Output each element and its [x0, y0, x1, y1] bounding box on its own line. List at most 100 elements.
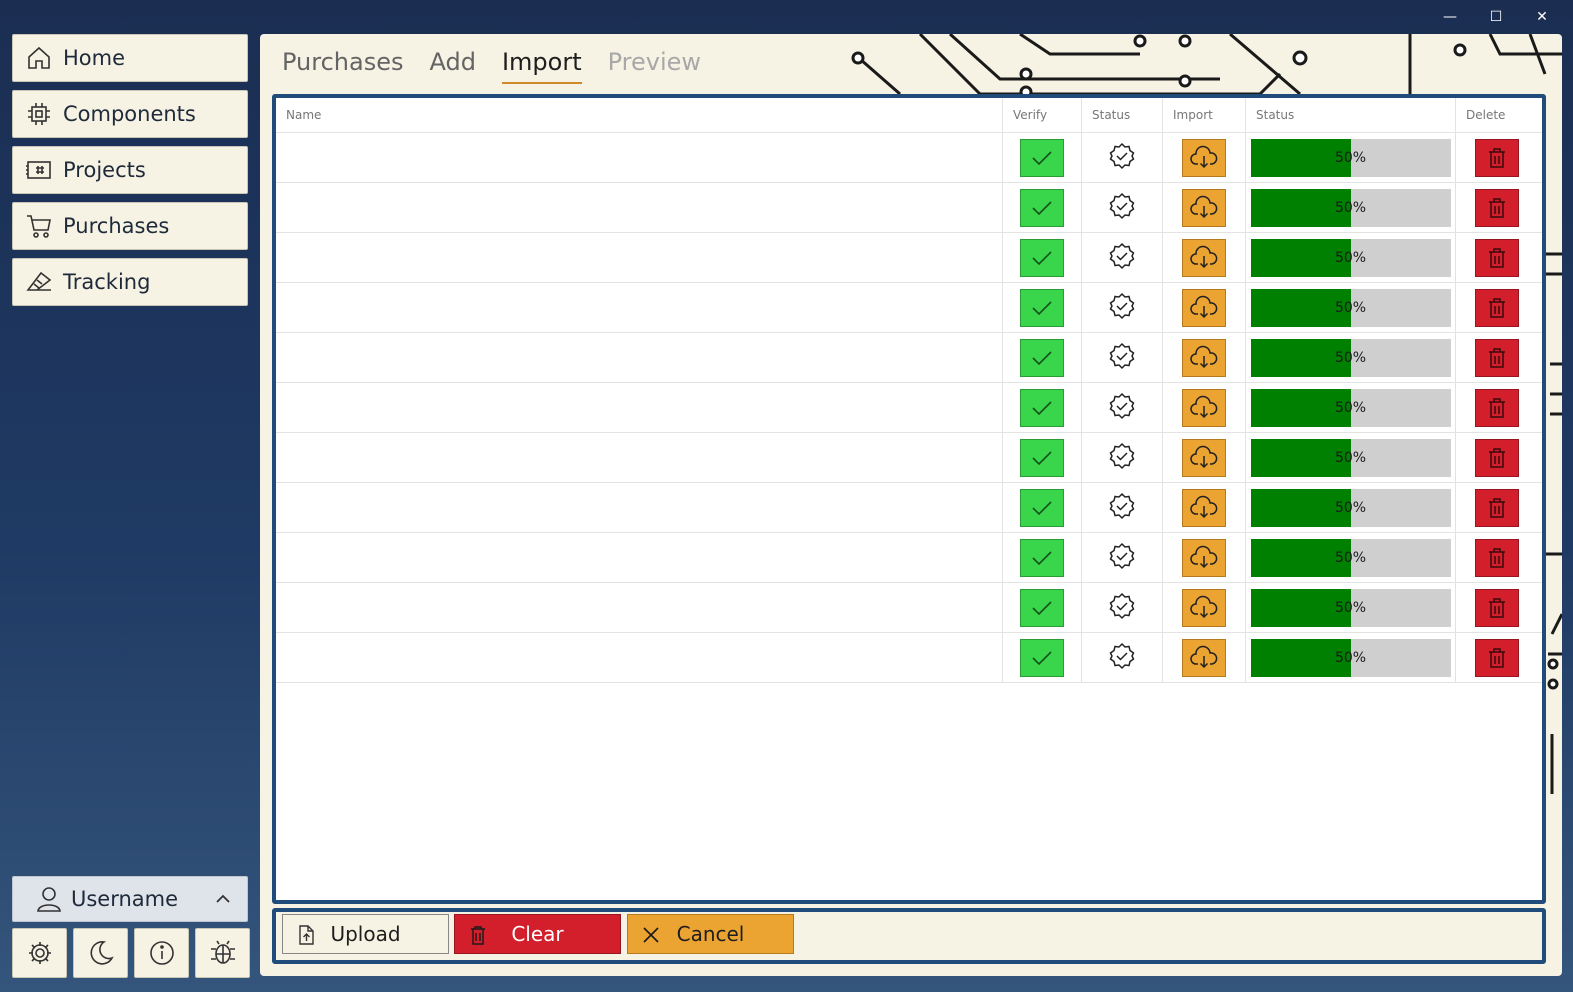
trash-icon — [1489, 347, 1505, 368]
cancel-button[interactable]: Cancel — [627, 914, 794, 954]
close-icon — [643, 927, 659, 943]
import-button[interactable] — [1182, 538, 1226, 577]
header-verify[interactable]: Verify — [1003, 98, 1082, 132]
minimize-icon[interactable]: — — [1427, 4, 1473, 30]
user-menu-button[interactable]: Username — [12, 876, 248, 922]
table-row[interactable]: 50% — [276, 583, 1542, 633]
window-controls: — ☐ ✕ — [1427, 4, 1565, 30]
cell-import — [1163, 583, 1246, 632]
delete-button[interactable] — [1475, 488, 1519, 527]
upload-button[interactable]: Upload — [282, 914, 449, 954]
table-row[interactable]: 50% — [276, 183, 1542, 233]
checkmark-icon — [1032, 350, 1052, 365]
trash-icon — [1489, 297, 1505, 318]
delete-button[interactable] — [1475, 288, 1519, 327]
cell-import — [1163, 333, 1246, 382]
cell-import — [1163, 233, 1246, 282]
tab-add[interactable]: Add — [430, 48, 476, 84]
verify-button[interactable] — [1020, 588, 1064, 627]
trash-icon — [1489, 597, 1505, 618]
header-progress-status[interactable]: Status — [1246, 98, 1456, 132]
verify-button[interactable] — [1020, 538, 1064, 577]
delete-button[interactable] — [1475, 438, 1519, 477]
delete-button[interactable] — [1475, 338, 1519, 377]
import-button[interactable] — [1182, 288, 1226, 327]
verify-button[interactable] — [1020, 338, 1064, 377]
header-delete[interactable]: Delete — [1456, 98, 1538, 132]
cell-name — [276, 333, 1003, 382]
theme-toggle-button[interactable] — [73, 928, 128, 978]
cell-verify — [1003, 383, 1082, 432]
verify-button[interactable] — [1020, 438, 1064, 477]
delete-button[interactable] — [1475, 138, 1519, 177]
tab-import[interactable]: Import — [501, 48, 582, 84]
import-button[interactable] — [1182, 138, 1226, 177]
cell-progress: 50% — [1246, 533, 1456, 582]
sidebar-item-purchases[interactable]: Purchases — [12, 202, 248, 250]
sidebar-item-home[interactable]: Home — [12, 34, 248, 82]
cell-progress: 50% — [1246, 583, 1456, 632]
progress-bar: 50% — [1250, 188, 1451, 227]
table-row[interactable]: 50% — [276, 133, 1542, 183]
verify-button[interactable] — [1020, 288, 1064, 327]
cell-delete — [1456, 433, 1538, 482]
settings-button[interactable] — [12, 928, 67, 978]
status-badge — [1108, 192, 1136, 224]
sidebar-item-tracking[interactable]: Tracking — [12, 258, 248, 306]
table-row[interactable]: 50% — [276, 633, 1542, 683]
verify-button[interactable] — [1020, 488, 1064, 527]
verified-badge-icon — [1109, 642, 1135, 669]
verify-button[interactable] — [1020, 388, 1064, 427]
table-row[interactable]: 50% — [276, 383, 1542, 433]
header-status[interactable]: Status — [1082, 98, 1163, 132]
sidebar-item-projects[interactable]: Projects — [12, 146, 248, 194]
status-badge — [1108, 342, 1136, 374]
cell-verify — [1003, 283, 1082, 332]
progress-text: 50% — [1334, 599, 1367, 616]
info-button[interactable] — [134, 928, 189, 978]
status-badge — [1108, 142, 1136, 174]
progress-bar: 50% — [1250, 638, 1451, 677]
delete-button[interactable] — [1475, 638, 1519, 677]
import-button[interactable] — [1182, 338, 1226, 377]
import-button[interactable] — [1182, 588, 1226, 627]
delete-button[interactable] — [1475, 538, 1519, 577]
import-button[interactable] — [1182, 238, 1226, 277]
checkmark-icon — [1032, 600, 1052, 615]
header-import[interactable]: Import — [1163, 98, 1246, 132]
table-row[interactable]: 50% — [276, 283, 1542, 333]
header-name[interactable]: Name — [276, 98, 1003, 132]
table-row[interactable]: 50% — [276, 483, 1542, 533]
sidebar-item-components[interactable]: Components — [12, 90, 248, 138]
cell-verify — [1003, 183, 1082, 232]
close-icon[interactable]: ✕ — [1519, 4, 1565, 30]
delete-button[interactable] — [1475, 188, 1519, 227]
import-button[interactable] — [1182, 438, 1226, 477]
verify-button[interactable] — [1020, 138, 1064, 177]
import-button[interactable] — [1182, 638, 1226, 677]
cell-name — [276, 133, 1003, 182]
debug-button[interactable] — [195, 928, 250, 978]
import-button[interactable] — [1182, 188, 1226, 227]
tab-purchases[interactable]: Purchases — [282, 48, 404, 84]
clear-button[interactable]: Clear — [454, 914, 621, 954]
table-row[interactable]: 50% — [276, 333, 1542, 383]
moon-icon — [89, 941, 114, 965]
import-button[interactable] — [1182, 488, 1226, 527]
tab-preview: Preview — [607, 48, 702, 76]
maximize-icon[interactable]: ☐ — [1473, 4, 1519, 30]
verify-button[interactable] — [1020, 238, 1064, 277]
table-row[interactable]: 50% — [276, 433, 1542, 483]
import-button[interactable] — [1182, 388, 1226, 427]
trash-icon — [1489, 197, 1505, 218]
cell-status — [1082, 583, 1163, 632]
table-row[interactable]: 50% — [276, 533, 1542, 583]
delete-button[interactable] — [1475, 388, 1519, 427]
cell-name — [276, 183, 1003, 232]
table-row[interactable]: 50% — [276, 233, 1542, 283]
progress-text: 50% — [1334, 399, 1367, 416]
delete-button[interactable] — [1475, 238, 1519, 277]
verify-button[interactable] — [1020, 188, 1064, 227]
delete-button[interactable] — [1475, 588, 1519, 627]
verify-button[interactable] — [1020, 638, 1064, 677]
